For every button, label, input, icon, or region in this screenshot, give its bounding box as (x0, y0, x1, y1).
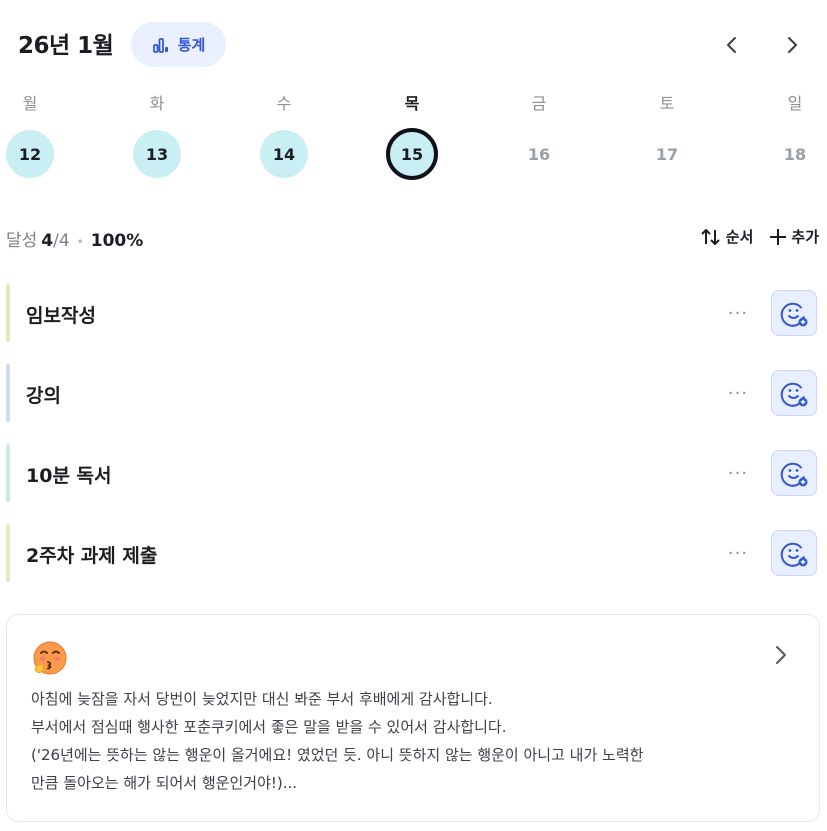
smiley-add-icon (780, 542, 808, 567)
journal-line: 부서에서 점심때 행사한 포춘쿠키에서 좋은 말을 받을 수 있어서 감사합니다… (31, 718, 507, 736)
task-color-bar (6, 524, 10, 582)
add-task-label: 추가 (791, 228, 819, 246)
month-title: 26년 1월 (18, 33, 114, 59)
day-date-button[interactable]: 18 (771, 130, 819, 178)
calendar-header: 26년 1월 통계 (0, 0, 827, 90)
achievement-count: 4 (41, 231, 54, 251)
achievement-summary: 달성 4 /4 • 100% (6, 226, 143, 251)
mood-button[interactable] (771, 530, 817, 576)
task-row[interactable]: 강의 ··· (6, 364, 821, 422)
more-options-button[interactable]: ··· (723, 378, 753, 408)
chevron-left-icon (727, 37, 736, 53)
weekday-label: 토 (659, 94, 675, 113)
smiley-add-icon (780, 302, 808, 327)
week-strip: 월 12 화 13 수 14 목 15 금 16 토 17 일 18 (0, 84, 827, 184)
task-color-bar (6, 364, 10, 422)
weekday-label: 일 (787, 94, 803, 113)
task-row[interactable]: 10분 독서 ··· (6, 444, 821, 502)
task-row[interactable]: 2주차 과제 제출 ··· (6, 524, 821, 582)
weekday-label: 화 (149, 94, 165, 113)
journal-text: 아침에 늦잠을 자서 당번이 늦었지만 대신 봐준 부서 후배에게 감사합니다.… (31, 685, 801, 797)
task-row[interactable]: 임보작성 ··· (6, 284, 821, 342)
bar-chart-icon (152, 37, 168, 53)
sort-arrows-icon (701, 228, 720, 245)
more-options-button[interactable]: ··· (723, 298, 753, 328)
separator-dot: • (76, 235, 84, 249)
previous-week-button[interactable] (717, 30, 747, 60)
chevron-right-icon (788, 37, 797, 53)
day-date-button[interactable]: 16 (515, 130, 563, 178)
day-date-button[interactable]: 17 (643, 130, 691, 178)
task-color-bar (6, 284, 10, 342)
task-name: 임보작성 (26, 305, 96, 327)
day-date-button[interactable]: 13 (133, 130, 181, 178)
weekday-label-today: 목 (404, 94, 420, 113)
mood-button[interactable] (771, 290, 817, 336)
achievement-label: 달성 (6, 231, 38, 251)
achievement-percent: 100% (90, 231, 144, 251)
task-color-bar (6, 444, 10, 502)
day-date-button-today[interactable]: 15 (386, 128, 438, 180)
mood-button[interactable] (771, 370, 817, 416)
gratitude-journal-card[interactable]: 아침에 늦잠을 자서 당번이 늦었지만 대신 봐준 부서 후배에게 감사합니다.… (6, 614, 820, 822)
more-options-button[interactable]: ··· (723, 458, 753, 488)
reorder-button[interactable]: 순서 (700, 226, 754, 247)
more-options-button[interactable]: ··· (723, 538, 753, 568)
stats-button[interactable]: 통계 (131, 22, 226, 67)
weekday-label: 금 (531, 94, 547, 113)
day-date-button[interactable]: 14 (260, 130, 308, 178)
task-toolbar: 순서 추가 (700, 226, 819, 247)
journal-line: ('26년에는 뜻하는 않는 행운이 올거에요! 였었던 듯. 아니 뜻하지 않… (31, 746, 644, 764)
kissing-face-icon (33, 641, 67, 675)
weekday-label: 월 (22, 94, 38, 113)
achievement-total: /4 (53, 231, 70, 251)
journal-line: 만큼 돌아오는 해가 되어서 행운인거야!)... (31, 774, 298, 792)
task-name: 강의 (26, 385, 61, 407)
reorder-label: 순서 (725, 228, 754, 246)
day-date-button[interactable]: 12 (6, 130, 54, 178)
add-task-button[interactable]: 추가 (769, 226, 819, 247)
stats-button-label: 통계 (177, 36, 206, 54)
weekday-label: 수 (276, 94, 292, 113)
smiley-add-icon (780, 462, 808, 487)
mood-button[interactable] (771, 450, 817, 496)
smiley-add-icon (780, 382, 808, 407)
plus-icon (770, 228, 787, 245)
chevron-right-icon (776, 646, 786, 664)
task-name: 10분 독서 (26, 465, 112, 487)
next-week-button[interactable] (777, 30, 807, 60)
journal-line: 아침에 늦잠을 자서 당번이 늦었지만 대신 봐준 부서 후배에게 감사합니다. (31, 690, 493, 708)
task-name: 2주차 과제 제출 (26, 545, 158, 567)
